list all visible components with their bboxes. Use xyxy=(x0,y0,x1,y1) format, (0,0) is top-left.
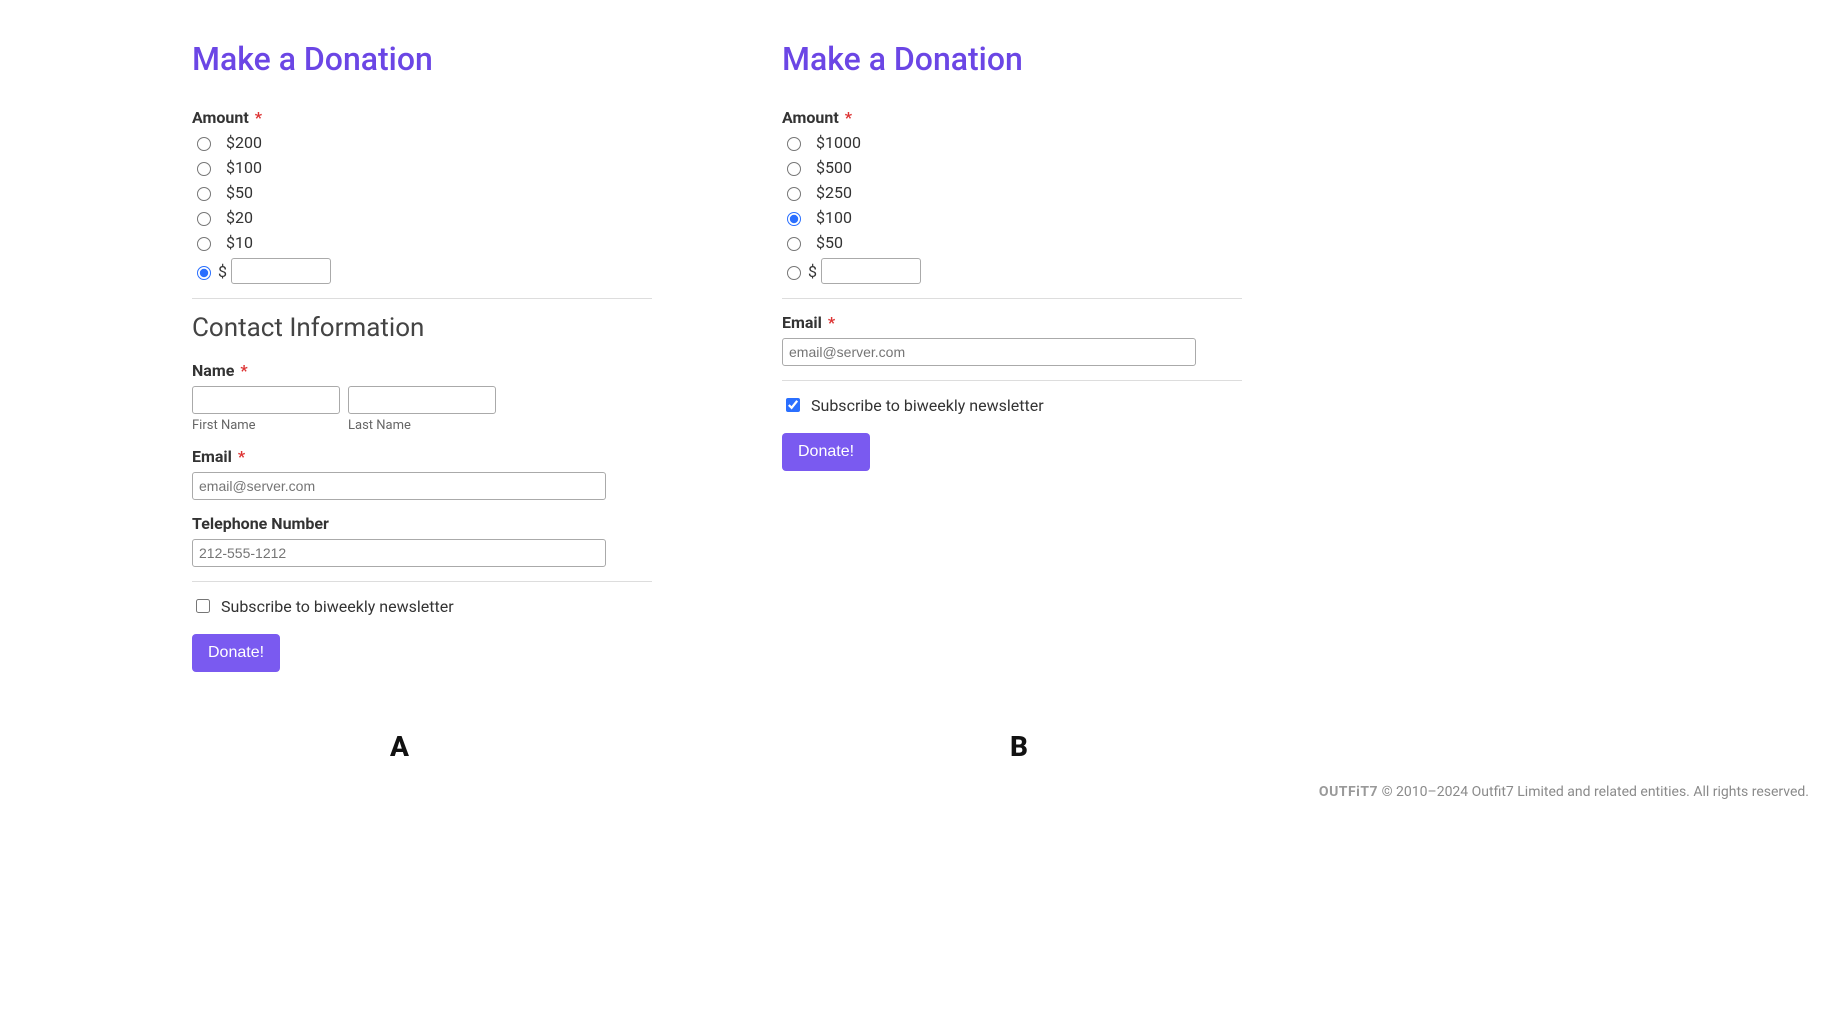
amount-option-1000-label: $1000 xyxy=(816,133,861,152)
amount-radio-500[interactable] xyxy=(787,162,801,176)
amount-radio-1000[interactable] xyxy=(787,137,801,151)
amount-radio-custom-a[interactable] xyxy=(197,266,211,280)
required-marker: * xyxy=(255,108,262,127)
contact-heading-a: Contact Information xyxy=(192,313,652,343)
footer-text: © 2010–2024 Outfit7 Limited and related … xyxy=(1382,784,1809,800)
amount-option-b-100-label: $100 xyxy=(816,208,852,227)
name-label-a: Name * xyxy=(192,361,652,380)
donate-button-a[interactable]: Donate! xyxy=(192,634,280,672)
email-input-a[interactable] xyxy=(192,472,606,500)
amount-option-200-label: $200 xyxy=(226,133,262,152)
divider-a1 xyxy=(192,298,652,299)
subscribe-row-a[interactable]: Subscribe to biweekly newsletter xyxy=(192,596,652,616)
amount-radio-b-50[interactable] xyxy=(787,237,801,251)
last-name-col-a: Last Name xyxy=(348,386,496,433)
amount-radio-list-b: $1000 $500 $250 $100 $50 xyxy=(782,133,1242,284)
divider-b2 xyxy=(782,380,1242,381)
amount-custom-prefix-a: $ xyxy=(218,262,227,281)
amount-option-250[interactable]: $250 xyxy=(782,183,1242,202)
email-label-text-a: Email xyxy=(192,447,232,466)
amount-radio-custom-b[interactable] xyxy=(787,266,801,280)
name-inputs-row-a: First Name Last Name xyxy=(192,386,652,433)
amount-radio-20[interactable] xyxy=(197,212,211,226)
form-b-title: Make a Donation xyxy=(782,40,1242,78)
first-name-col-a: First Name xyxy=(192,386,340,433)
form-a-title: Make a Donation xyxy=(192,40,652,78)
amount-option-1000[interactable]: $1000 xyxy=(782,133,1242,152)
required-marker: * xyxy=(828,313,835,332)
amount-option-50[interactable]: $50 xyxy=(192,183,652,202)
amount-radio-100[interactable] xyxy=(197,162,211,176)
email-label-a: Email * xyxy=(192,447,652,466)
amount-radio-200[interactable] xyxy=(197,137,211,151)
amount-label-a: Amount * xyxy=(192,108,652,127)
amount-option-custom-a[interactable]: $ xyxy=(192,258,652,284)
amount-field-a: Amount * $200 $100 $50 $20 xyxy=(192,108,652,284)
amount-option-custom-b[interactable]: $ xyxy=(782,258,1242,284)
amount-custom-input-a[interactable] xyxy=(231,258,331,284)
amount-label-b: Amount * xyxy=(782,108,1242,127)
amount-option-20-label: $20 xyxy=(226,208,253,227)
required-marker: * xyxy=(845,108,852,127)
subscribe-label-a: Subscribe to biweekly newsletter xyxy=(221,597,454,616)
email-label-text-b: Email xyxy=(782,313,822,332)
subscribe-checkbox-a[interactable] xyxy=(196,599,210,613)
subscribe-checkbox-b[interactable] xyxy=(786,398,800,412)
amount-field-b: Amount * $1000 $500 $250 $100 xyxy=(782,108,1242,284)
phone-field-a: Telephone Number xyxy=(192,514,652,567)
amount-option-100-label: $100 xyxy=(226,158,262,177)
divider-a2 xyxy=(192,581,652,582)
amount-option-250-label: $250 xyxy=(816,183,852,202)
amount-option-500-label: $500 xyxy=(816,158,852,177)
panel-label-a: A xyxy=(390,730,409,763)
subscribe-label-b: Subscribe to biweekly newsletter xyxy=(811,396,1044,415)
amount-radio-50[interactable] xyxy=(197,187,211,201)
form-a: Make a Donation Amount * $200 $100 $50 xyxy=(192,40,652,672)
amount-option-b-50-label: $50 xyxy=(816,233,843,252)
amount-label-text-a: Amount xyxy=(192,108,249,127)
amount-option-500[interactable]: $500 xyxy=(782,158,1242,177)
name-label-text-a: Name xyxy=(192,361,234,380)
divider-b1 xyxy=(782,298,1242,299)
last-name-sublabel-a: Last Name xyxy=(348,418,496,433)
email-field-a: Email * xyxy=(192,447,652,500)
name-field-a: Name * First Name Last Name xyxy=(192,361,652,433)
amount-radio-b-100[interactable] xyxy=(787,212,801,226)
amount-radio-250[interactable] xyxy=(787,187,801,201)
first-name-sublabel-a: First Name xyxy=(192,418,340,433)
subscribe-row-b[interactable]: Subscribe to biweekly newsletter xyxy=(782,395,1242,415)
amount-option-20[interactable]: $20 xyxy=(192,208,652,227)
form-b: Make a Donation Amount * $1000 $500 $250 xyxy=(782,40,1242,672)
phone-label-a: Telephone Number xyxy=(192,514,652,533)
amount-option-b-100[interactable]: $100 xyxy=(782,208,1242,227)
first-name-input-a[interactable] xyxy=(192,386,340,414)
email-label-b: Email * xyxy=(782,313,1242,332)
amount-option-50-label: $50 xyxy=(226,183,253,202)
amount-option-100[interactable]: $100 xyxy=(192,158,652,177)
footer-copyright: OUTFiT7 © 2010–2024 Outfit7 Limited and … xyxy=(1319,784,1809,800)
amount-custom-prefix-b: $ xyxy=(808,262,817,281)
panel-label-b: B xyxy=(1010,730,1028,763)
phone-input-a[interactable] xyxy=(192,539,606,567)
amount-option-b-50[interactable]: $50 xyxy=(782,233,1242,252)
amount-option-10-label: $10 xyxy=(226,233,253,252)
email-field-b: Email * xyxy=(782,313,1242,366)
last-name-input-a[interactable] xyxy=(348,386,496,414)
footer-brand: OUTFiT7 xyxy=(1319,784,1378,800)
required-marker: * xyxy=(238,447,245,466)
donate-button-b[interactable]: Donate! xyxy=(782,433,870,471)
amount-radio-10[interactable] xyxy=(197,237,211,251)
forms-container: Make a Donation Amount * $200 $100 $50 xyxy=(0,0,1829,672)
amount-radio-list-a: $200 $100 $50 $20 $10 xyxy=(192,133,652,284)
amount-option-10[interactable]: $10 xyxy=(192,233,652,252)
amount-option-200[interactable]: $200 xyxy=(192,133,652,152)
amount-label-text-b: Amount xyxy=(782,108,839,127)
email-input-b[interactable] xyxy=(782,338,1196,366)
amount-custom-input-b[interactable] xyxy=(821,258,921,284)
required-marker: * xyxy=(240,361,247,380)
